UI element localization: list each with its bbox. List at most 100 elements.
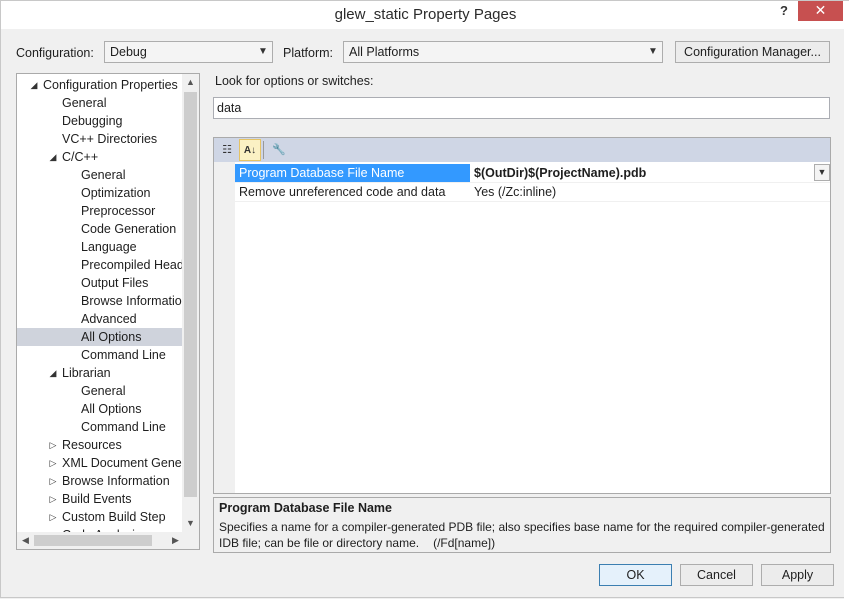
property-row[interactable]: Remove unreferenced code and data Yes (/… — [235, 183, 830, 202]
cancel-button[interactable]: Cancel — [680, 564, 753, 586]
tree-item[interactable]: General — [17, 382, 183, 400]
description-text: Specifies a name for a compiler-generate… — [219, 519, 825, 551]
tree-item[interactable]: ▷ Resources — [17, 436, 183, 454]
tree-item[interactable]: Advanced — [17, 310, 183, 328]
tree-horizontal-scrollbar[interactable]: ◀ ▶ — [17, 532, 199, 549]
collapse-arrow-icon[interactable]: ◢ — [48, 148, 58, 166]
description-panel: Program Database File Name Specifies a n… — [213, 497, 831, 553]
tree-item[interactable]: General — [17, 94, 183, 112]
tree-item[interactable]: Browse Information — [17, 292, 183, 310]
property-tree: ◢ Configuration Properties General Debuggin… — [16, 73, 200, 550]
property-grid: ☷ A↓ 🔧 Program Database File Name $(OutD… — [213, 137, 831, 494]
search-input[interactable] — [213, 97, 830, 119]
close-icon: ✕ — [814, 2, 827, 18]
configuration-value: Debug — [110, 45, 147, 59]
expand-arrow-icon[interactable]: ▷ — [48, 490, 58, 508]
tree-item-label: Language — [81, 240, 137, 254]
tree-item-label: Preprocessor — [81, 204, 156, 218]
ok-button[interactable]: OK — [599, 564, 672, 586]
tree-item-label: General — [62, 96, 107, 110]
tree-item[interactable]: ▷ Browse Information — [17, 472, 183, 490]
tree-item[interactable]: All Options — [17, 328, 183, 346]
tree-item-label: Configuration Properties — [43, 78, 178, 92]
property-pages-window: glew_static Property Pages ? ✕ Configura… — [0, 0, 849, 599]
configuration-manager-button[interactable]: Configuration Manager... — [675, 41, 830, 63]
tree-vertical-scrollbar[interactable]: ▲ ▼ — [182, 74, 199, 532]
configuration-dropdown[interactable]: Debug ▼ — [104, 41, 273, 63]
configuration-label: Configuration: — [16, 46, 94, 60]
tree-item[interactable]: Language — [17, 238, 183, 256]
scroll-thumb[interactable] — [34, 535, 152, 546]
grid-gutter — [214, 162, 235, 493]
tree-item[interactable]: Code Generation — [17, 220, 183, 238]
collapse-arrow-icon[interactable]: ◢ — [29, 76, 39, 94]
toolbar-separator — [263, 141, 264, 159]
expand-arrow-icon[interactable]: ▷ — [48, 472, 58, 490]
tree-item[interactable]: Optimization — [17, 184, 183, 202]
tree-item[interactable]: ▷ XML Document Genera — [17, 454, 183, 472]
close-button[interactable]: ✕ — [798, 1, 843, 21]
platform-value: All Platforms — [349, 45, 420, 59]
tree-item-label: Precompiled Heade — [81, 258, 183, 272]
tree-item[interactable]: Command Line — [17, 418, 183, 436]
tree-item[interactable]: ◢ Configuration Properties — [17, 76, 183, 94]
tree-item[interactable]: General — [17, 166, 183, 184]
chevron-down-icon: ▼ — [648, 46, 658, 57]
description-title: Program Database File Name — [219, 501, 392, 515]
search-label: Look for options or switches: — [215, 74, 374, 88]
tree-item-label: Librarian — [62, 366, 111, 380]
platform-label: Platform: — [283, 46, 334, 60]
categorized-icon[interactable]: ☷ — [216, 139, 238, 161]
scroll-left-icon[interactable]: ◀ — [17, 532, 34, 549]
title-bar: glew_static Property Pages ? ✕ — [1, 1, 849, 29]
chevron-down-icon: ▼ — [258, 46, 268, 57]
tree-item-label: Debugging — [62, 114, 123, 128]
tree-item[interactable]: Preprocessor — [17, 202, 183, 220]
window-title: glew_static Property Pages — [334, 6, 517, 23]
property-row[interactable]: Program Database File Name $(OutDir)$(Pr… — [235, 164, 830, 183]
tree-item-label: General — [81, 384, 126, 398]
apply-button[interactable]: Apply — [761, 564, 834, 586]
tree-item[interactable]: ▷ Custom Build Step — [17, 508, 183, 526]
tree-item-label: XML Document Genera — [62, 456, 183, 470]
expand-arrow-icon[interactable]: ▷ — [48, 508, 58, 526]
help-button[interactable]: ? — [774, 2, 794, 22]
alphabetical-sort-icon[interactable]: A↓ — [239, 139, 261, 161]
tree-item[interactable]: ◢ C/C++ — [17, 148, 183, 166]
grid-toolbar: ☷ A↓ 🔧 — [214, 138, 830, 162]
tree-item[interactable]: Command Line — [17, 346, 183, 364]
tree-item-label: VC++ Directories — [62, 132, 158, 146]
tree-item[interactable]: ◢ Librarian — [17, 364, 183, 382]
tree-item[interactable]: Precompiled Heade — [17, 256, 183, 274]
expand-arrow-icon[interactable]: ▷ — [48, 436, 58, 454]
property-value[interactable]: Yes (/Zc:inline) — [470, 183, 830, 201]
description-body: Specifies a name for a compiler-generate… — [219, 520, 825, 550]
scroll-up-icon[interactable]: ▲ — [182, 74, 199, 91]
tree-item[interactable]: Output Files — [17, 274, 183, 292]
row-divider — [235, 201, 830, 202]
property-name: Program Database File Name — [235, 164, 470, 182]
tree-item-label: Output Files — [81, 276, 149, 290]
tree-item-label: All Options — [81, 402, 142, 416]
wrench-icon[interactable]: 🔧 — [268, 139, 290, 161]
tree-item-label: Optimization — [81, 186, 151, 200]
tree-item[interactable]: VC++ Directories — [17, 130, 183, 148]
tree-item-label: C/C++ — [62, 150, 99, 164]
scroll-right-icon[interactable]: ▶ — [167, 532, 184, 549]
property-value[interactable]: $(OutDir)$(ProjectName).pdb — [470, 164, 830, 182]
tree-item-label: Advanced — [81, 312, 137, 326]
tree-item-label: Build Events — [62, 492, 132, 506]
expand-arrow-icon[interactable]: ▷ — [48, 454, 58, 472]
tree-item[interactable]: All Options — [17, 400, 183, 418]
property-name: Remove unreferenced code and data — [239, 185, 446, 199]
tree-item-label: Code Generation — [81, 222, 177, 236]
tree-item[interactable]: ▷ Build Events — [17, 490, 183, 508]
tree-item-label: All Options — [81, 330, 142, 344]
scroll-down-icon[interactable]: ▼ — [182, 515, 199, 532]
scroll-thumb[interactable] — [184, 92, 197, 497]
platform-dropdown[interactable]: All Platforms ▼ — [343, 41, 663, 63]
chevron-down-icon[interactable]: ▼ — [814, 164, 830, 181]
tree-item[interactable]: Debugging — [17, 112, 183, 130]
description-switch: (/Fd[name]) — [433, 536, 496, 550]
collapse-arrow-icon[interactable]: ◢ — [48, 364, 58, 382]
